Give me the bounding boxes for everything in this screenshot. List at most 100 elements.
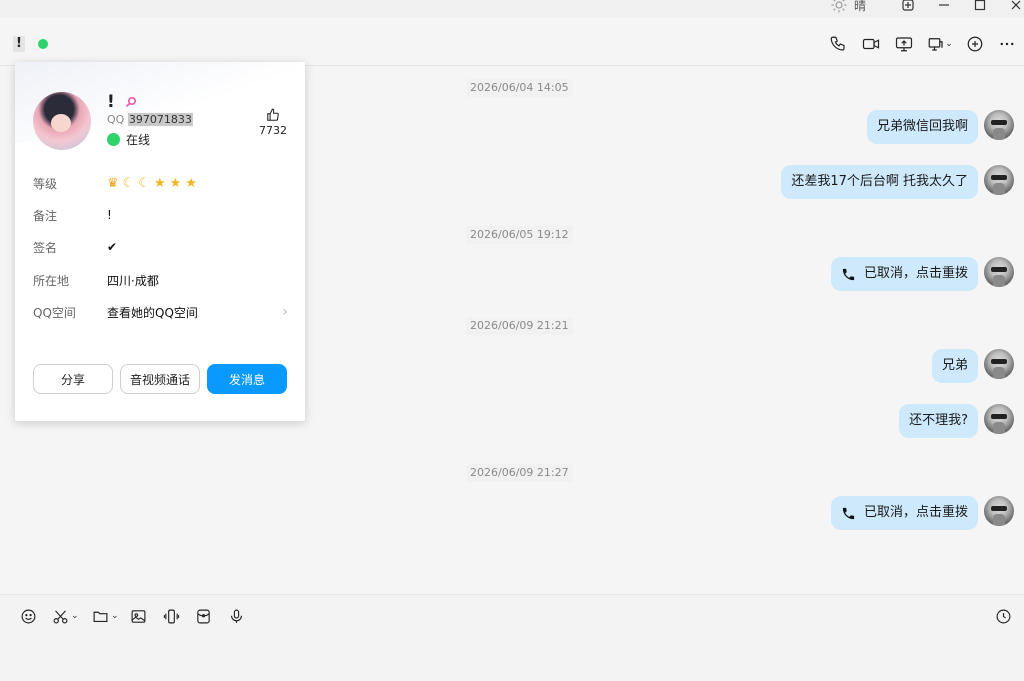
phone-icon — [830, 36, 845, 51]
signature-label: 签名 — [33, 240, 58, 255]
qzone-link[interactable]: 查看她的QQ空间 — [107, 304, 198, 321]
location-row: 所在地 四川·成都 — [33, 270, 288, 290]
chevron-down-icon: ⌄ — [945, 39, 953, 49]
file-button[interactable]: ⌄ — [92, 607, 119, 625]
remote-assist-button[interactable]: ⌄ — [926, 34, 954, 54]
screen-share-icon — [895, 37, 913, 52]
profile-card: ! QQ 397071833 在线 7732 等级 ♛ ☾ ☾ ★ ★ ★ 备注… — [15, 62, 305, 421]
qq-number[interactable]: QQ 397071833 — [107, 113, 193, 126]
image-icon — [131, 609, 146, 623]
shake-icon — [163, 609, 180, 623]
level-badges[interactable]: ♛ ☾ ☾ ★ ★ ★ — [107, 176, 197, 191]
maximize-icon — [974, 0, 986, 11]
phone-icon — [842, 507, 855, 519]
qzone-row[interactable]: QQ空间 查看她的QQ空间 › — [33, 302, 288, 322]
emoji-icon — [21, 609, 36, 623]
online-status: 在线 — [107, 131, 150, 148]
profile-avatar[interactable] — [33, 92, 91, 150]
online-status-text: 在线 — [126, 133, 151, 147]
message-bubble[interactable]: 兄弟 — [931, 349, 978, 383]
remark-row[interactable]: 备注 ! — [33, 205, 288, 225]
timestamp: 2026/06/05 19:12 — [466, 226, 573, 244]
qq-label: QQ — [107, 113, 125, 126]
minimize-button[interactable] — [936, 0, 952, 13]
chat-header: ! ⌄ — [0, 18, 1024, 66]
remark-label: 备注 — [33, 208, 58, 223]
image-button[interactable] — [130, 607, 147, 625]
minimize-icon — [939, 4, 949, 6]
pin-button[interactable] — [900, 0, 916, 13]
star-icon: ★ — [153, 175, 166, 191]
message-bubble[interactable]: 还差我17个后台啊 托我太久了 — [781, 165, 978, 199]
thumbs-up-icon — [267, 108, 279, 121]
star-icon: ★ — [185, 175, 197, 191]
maximize-button[interactable] — [972, 0, 988, 13]
call-record-bubble[interactable]: 已取消，点击重拨 — [830, 257, 978, 291]
moon-icon: ☾ — [122, 175, 135, 191]
red-packet-icon — [197, 609, 210, 623]
emoji-button[interactable] — [20, 607, 37, 625]
timestamp: 2026/06/09 21:27 — [466, 464, 573, 482]
shake-button[interactable] — [163, 607, 180, 625]
voice-message-button[interactable] — [228, 607, 245, 625]
video-icon — [862, 38, 880, 50]
chevron-right-icon: › — [282, 304, 288, 320]
avatar[interactable] — [984, 110, 1014, 140]
star-icon: ★ — [169, 175, 182, 191]
message-bubble[interactable]: 兄弟微信回我啊 — [866, 110, 978, 144]
video-call-button[interactable] — [860, 34, 882, 54]
call-record-text: 已取消，点击重拨 — [863, 505, 968, 520]
av-call-button[interactable]: 音视频通话 — [120, 364, 200, 394]
phone-icon — [842, 268, 855, 280]
location-label: 所在地 — [33, 273, 70, 288]
qq-number-value[interactable]: 397071833 — [127, 113, 193, 126]
screenshot-button[interactable]: ⌄ — [52, 607, 79, 625]
red-packet-button[interactable] — [195, 607, 212, 625]
add-member-button[interactable] — [964, 34, 986, 54]
sun-icon — [831, 0, 847, 13]
chevron-down-icon: ⌄ — [111, 611, 119, 621]
signature-row: 签名 ✔ — [33, 237, 288, 257]
avatar[interactable] — [984, 349, 1014, 379]
contact-name[interactable]: ! — [13, 36, 25, 52]
close-button[interactable] — [1008, 0, 1024, 13]
send-message-button[interactable]: 发消息 — [207, 364, 287, 394]
like-count: 7732 — [259, 124, 287, 137]
level-label: 等级 — [33, 176, 58, 191]
qzone-label: QQ空间 — [33, 305, 76, 320]
avatar[interactable] — [984, 496, 1014, 526]
history-button[interactable] — [995, 607, 1012, 625]
avatar[interactable] — [984, 404, 1014, 434]
timestamp: 2026/06/09 21:21 — [466, 317, 573, 335]
like-button[interactable]: 7732 — [258, 108, 288, 137]
call-record-text: 已取消，点击重拨 — [863, 266, 968, 281]
call-record-bubble[interactable]: 已取消，点击重拨 — [830, 496, 978, 530]
voice-call-button[interactable] — [827, 34, 849, 54]
clock-icon — [996, 609, 1011, 623]
microphone-icon — [230, 609, 243, 623]
folder-icon — [93, 611, 108, 622]
chevron-down-icon: ⌄ — [71, 611, 79, 621]
remark-value: ! — [107, 208, 112, 222]
close-icon — [1011, 0, 1021, 10]
add-member-icon — [967, 36, 983, 52]
level-row: 等级 ♛ ☾ ☾ ★ ★ ★ — [33, 173, 288, 193]
online-status-dot — [38, 39, 48, 49]
weather-widget[interactable]: 晴 — [830, 0, 866, 14]
scissors-icon — [53, 609, 68, 623]
profile-name: ! — [107, 92, 115, 112]
screen-share-button[interactable] — [893, 34, 915, 54]
title-bar: 晴 — [0, 0, 1024, 18]
remote-assist-icon — [928, 38, 943, 51]
share-button[interactable]: 分享 — [33, 364, 113, 394]
avatar[interactable] — [984, 165, 1014, 195]
moon-icon: ☾ — [138, 175, 150, 191]
message-bubble[interactable]: 还不理我? — [899, 404, 978, 438]
more-button[interactable] — [996, 34, 1018, 54]
weather-text: 晴 — [854, 0, 867, 13]
avatar[interactable] — [984, 257, 1014, 287]
search-icon[interactable] — [125, 96, 137, 108]
signature-value: ✔ — [107, 240, 118, 254]
pin-icon — [902, 0, 914, 11]
timestamp: 2026/06/04 14:05 — [466, 79, 573, 97]
